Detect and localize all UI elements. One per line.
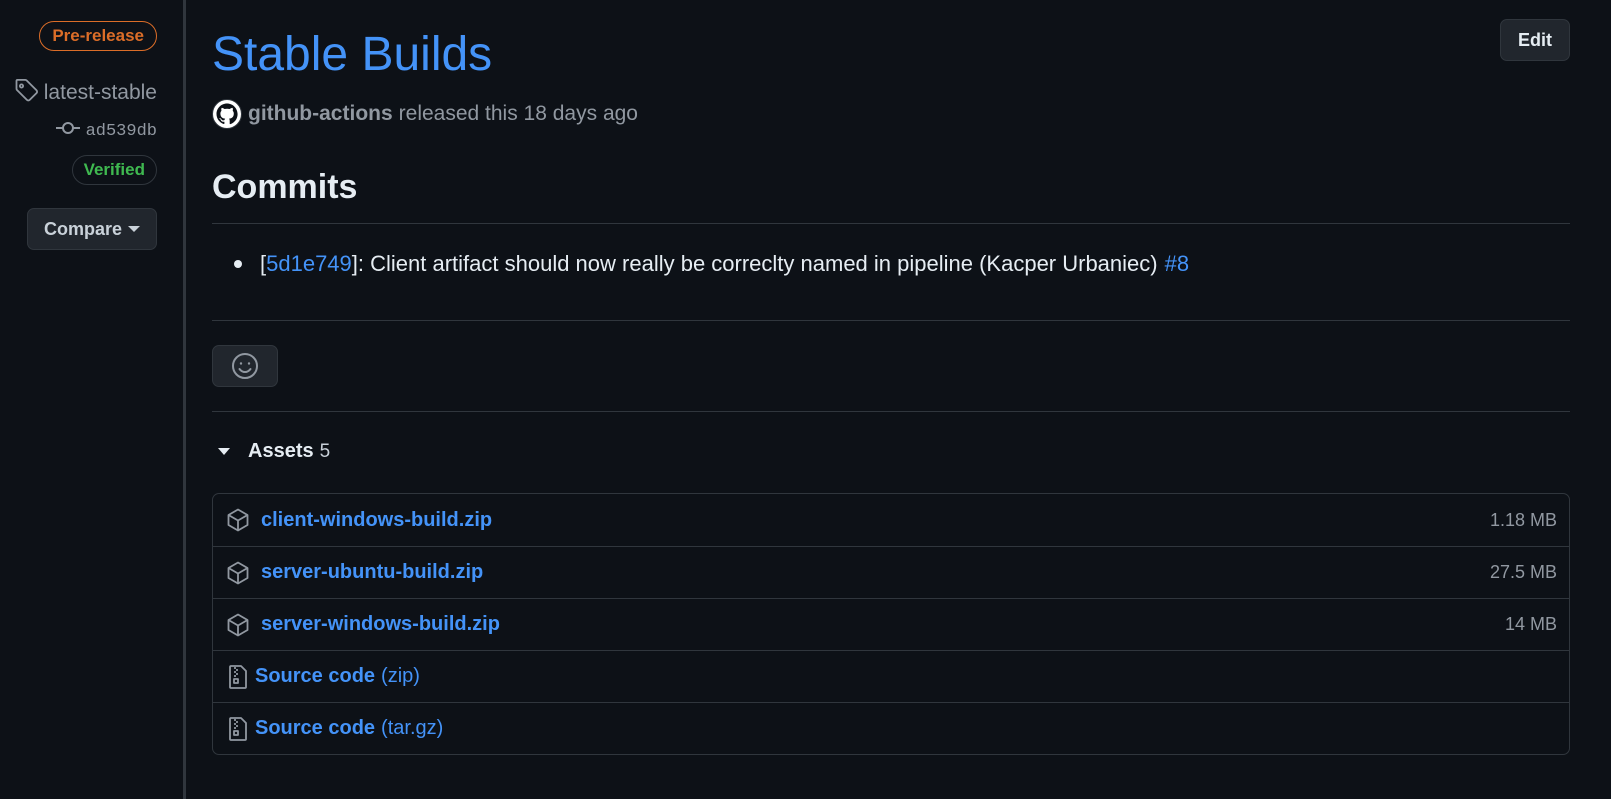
git-commit-icon xyxy=(55,119,80,143)
asset-row: Source code (tar.gz) xyxy=(213,702,1569,754)
release-byline: github-actions released this 18 days ago xyxy=(212,99,638,129)
asset-row: Source code (zip) xyxy=(213,650,1569,702)
source-label: Source code xyxy=(255,665,376,687)
source-code-targz-link[interactable]: Source code (tar.gz) xyxy=(255,717,443,740)
file-zip-icon xyxy=(225,664,247,690)
assets-label: Assets xyxy=(248,440,314,462)
file-zip-icon xyxy=(225,716,247,742)
source-label: Source code xyxy=(255,717,376,739)
asset-size: 14 MB xyxy=(1504,614,1557,634)
package-icon xyxy=(225,560,251,586)
caret-down-icon xyxy=(128,226,141,232)
edit-label: Edit xyxy=(1518,29,1552,50)
asset-link[interactable]: client-windows-build.zip xyxy=(261,509,492,532)
author-link[interactable]: github-actions xyxy=(248,102,393,126)
add-reaction-button[interactable] xyxy=(212,345,278,387)
source-format: (zip) xyxy=(381,665,420,687)
commit-sha: ad539db xyxy=(85,121,157,141)
tag-name: latest-stable xyxy=(43,81,157,104)
github-mark-icon xyxy=(216,103,238,125)
prerelease-badge: Pre-release xyxy=(39,21,157,51)
released-text: released this 18 days ago xyxy=(398,102,638,125)
source-code-zip-link[interactable]: Source code (zip) xyxy=(255,665,420,688)
edit-button[interactable]: Edit xyxy=(1500,19,1570,61)
bullet xyxy=(234,260,242,268)
commits-heading: Commits xyxy=(212,168,358,206)
asset-size: 27.5 MB xyxy=(1489,562,1557,582)
triangle-down-icon xyxy=(218,448,230,455)
avatar[interactable] xyxy=(212,99,242,129)
package-icon xyxy=(225,507,251,533)
commit-link[interactable]: ad539db xyxy=(55,119,157,143)
release-sidebar: Pre-release latest-stable ad539db Verifi… xyxy=(0,0,186,799)
commit-message: ]: Client artifact should now really be … xyxy=(351,251,1158,276)
asset-row: server-ubuntu-build.zip 27.5 MB xyxy=(213,546,1569,598)
compare-label: Compare xyxy=(43,218,123,239)
assets-list: client-windows-build.zip 1.18 MB server-… xyxy=(212,493,1570,755)
assets-toggle[interactable]: Assets 5 xyxy=(212,440,330,463)
verified-badge[interactable]: Verified xyxy=(71,155,157,185)
pr-link[interactable]: #8 xyxy=(1165,251,1189,277)
release-page: Pre-release latest-stable ad539db Verifi… xyxy=(0,0,1611,799)
list-item: [ 5d1e749 ]: Client artifact should now … xyxy=(234,251,1189,277)
release-title[interactable]: Stable Builds xyxy=(212,27,492,82)
divider xyxy=(212,411,1570,412)
asset-row: server-windows-build.zip 14 MB xyxy=(213,598,1569,650)
tag-icon xyxy=(14,78,38,108)
source-format: (tar.gz) xyxy=(381,717,444,739)
divider xyxy=(212,223,1570,224)
assets-count: 5 xyxy=(319,440,331,462)
release-main: Stable Builds Edit github-actions releas… xyxy=(212,0,1570,799)
asset-row: client-windows-build.zip 1.18 MB xyxy=(213,494,1569,546)
compare-button[interactable]: Compare xyxy=(27,208,157,250)
package-icon xyxy=(225,612,251,638)
tag-link[interactable]: latest-stable xyxy=(14,78,157,108)
asset-link[interactable]: server-ubuntu-build.zip xyxy=(261,561,483,584)
asset-size: 1.18 MB xyxy=(1489,509,1557,530)
asset-link[interactable]: server-windows-build.zip xyxy=(261,613,500,636)
smiley-icon xyxy=(232,353,258,379)
divider xyxy=(212,320,1570,321)
commit-sha-link[interactable]: 5d1e749 xyxy=(266,251,352,277)
